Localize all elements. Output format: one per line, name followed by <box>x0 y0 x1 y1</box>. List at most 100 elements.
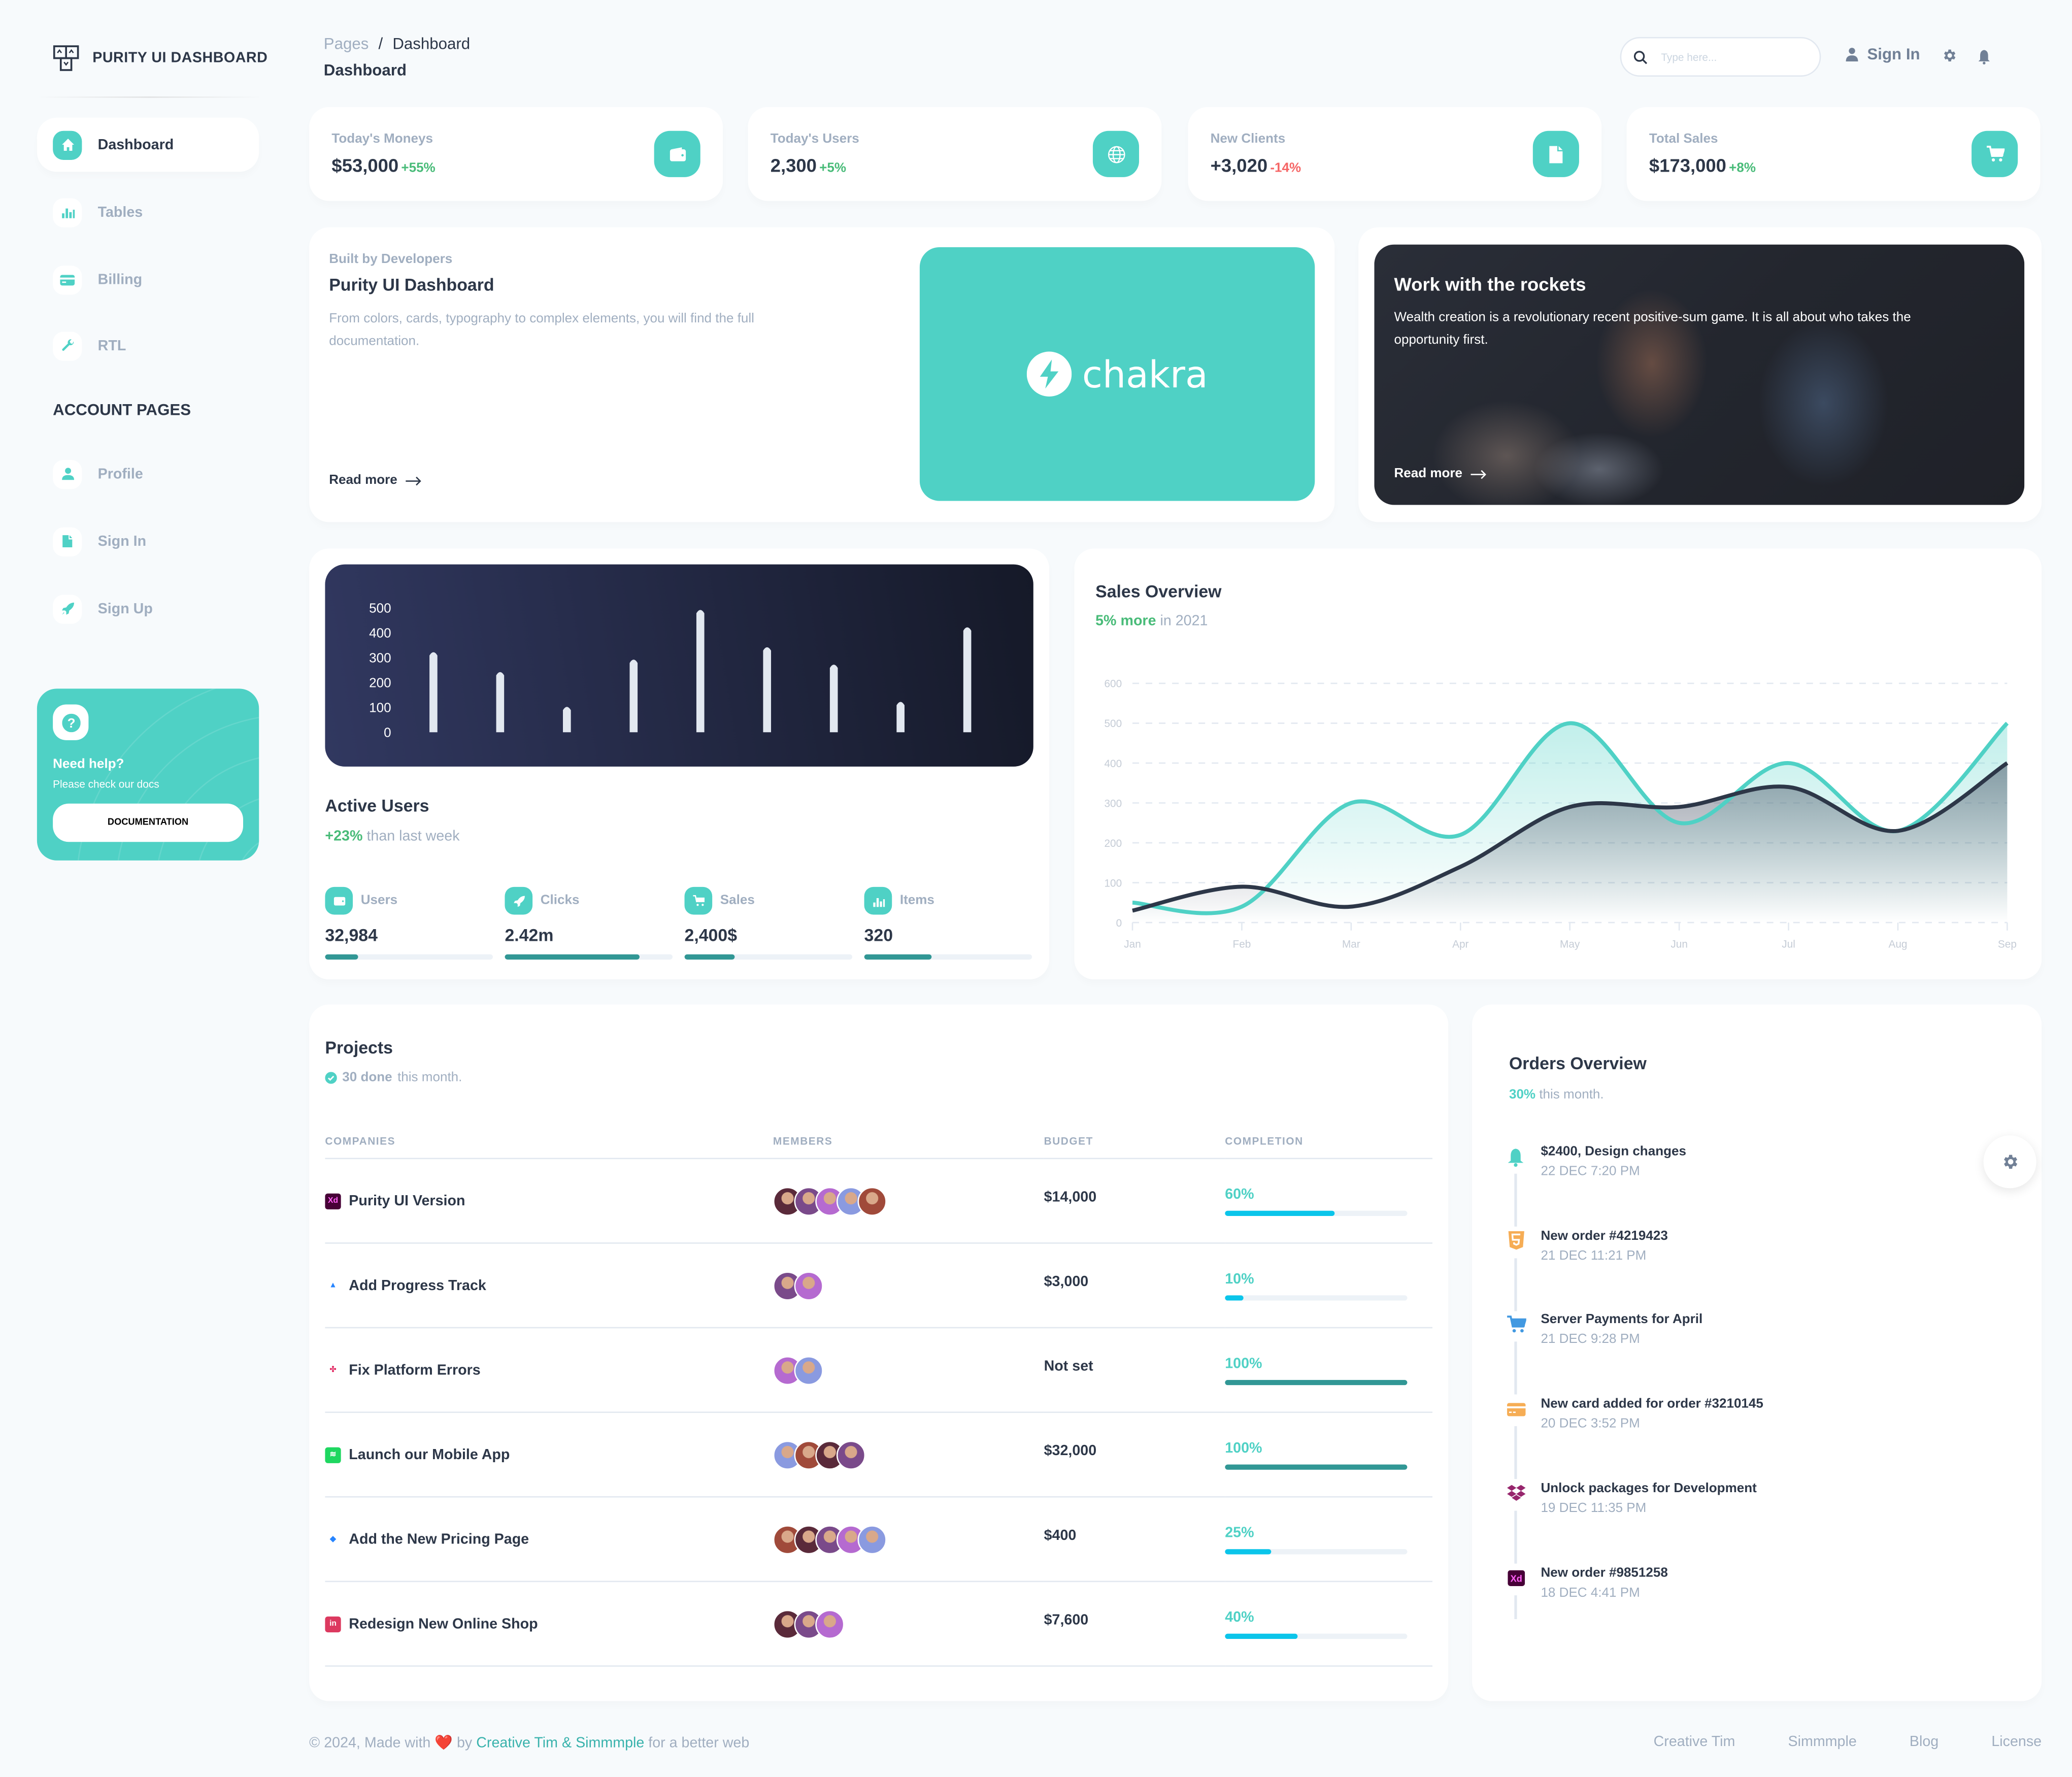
bar[interactable] <box>763 647 772 733</box>
members-cell <box>773 1412 1044 1498</box>
metric-users: Users 32,984 <box>325 886 493 960</box>
completion-progress <box>1225 1294 1408 1300</box>
stat-card-clients: New Clients +3,020 -14% <box>1188 107 1602 201</box>
bar[interactable] <box>429 652 438 733</box>
cart-icon <box>1501 1313 1530 1337</box>
table-row[interactable]: ✣ Fix Platform Errors Not set 100% <box>325 1328 1432 1413</box>
stat-change: +55% <box>401 161 436 176</box>
table-row[interactable]: Xd Purity UI Version $14,000 60% <box>325 1158 1432 1244</box>
member-avatar[interactable] <box>794 1271 823 1300</box>
table-row[interactable]: ▲ Add Progress Track $3,000 10% <box>325 1243 1432 1329</box>
member-avatar[interactable] <box>857 1524 887 1554</box>
footer-link-simmmple[interactable]: Simmmple <box>576 1735 644 1751</box>
atlassian-icon: ▲ <box>329 1281 337 1290</box>
brand[interactable]: PURITY UI DASHBOARD <box>53 45 268 72</box>
column-header: MEMBERS <box>773 1125 1044 1160</box>
company-name: Purity UI Version <box>349 1193 465 1209</box>
member-avatar[interactable] <box>836 1440 866 1469</box>
company-cell: in Redesign New Online Shop <box>325 1581 773 1667</box>
completion-progress <box>1225 1379 1408 1385</box>
bar[interactable] <box>963 627 972 733</box>
table-row[interactable]: in Redesign New Online Shop $7,600 40% <box>325 1581 1432 1667</box>
sign-in-link[interactable]: Sign In <box>1845 45 1920 63</box>
sidebar-item-rtl[interactable]: RTL <box>37 318 259 373</box>
sales-area-chart: 0 100 200 300 400 500 600 Jan Feb Mar Apr May Jun Jul… <box>1104 678 2016 950</box>
footer-nav-link[interactable]: Blog <box>1910 1734 1939 1750</box>
metric-value: 2,400$ <box>684 925 738 945</box>
member-avatar[interactable] <box>815 1609 845 1638</box>
x-tick-label: Mar <box>1342 939 1360 950</box>
chakra-logo-text: chakra <box>1082 352 1208 396</box>
notifications-bell-icon[interactable] <box>1977 49 1992 64</box>
cart-icon <box>684 886 713 915</box>
budget-cell: Not set <box>1044 1328 1225 1413</box>
timeline-connector <box>1514 1594 1517 1619</box>
table-row[interactable]: ◆ Add the New Pricing Page $400 25% <box>325 1497 1432 1583</box>
search-box[interactable] <box>1620 37 1821 77</box>
documentation-button[interactable]: DOCUMENTATION <box>53 803 244 842</box>
table-row[interactable]: ≋ Launch our Mobile App $32,000 100% <box>325 1412 1432 1498</box>
active-users-chart: 0 100 200 300 400 500 <box>325 564 1033 767</box>
column-header: COMPANIES <box>325 1125 773 1160</box>
built-title: Purity UI Dashboard <box>329 275 494 295</box>
bar[interactable] <box>496 672 505 733</box>
breadcrumb-separator: / <box>378 34 383 53</box>
footer-nav-link[interactable]: Creative Tim <box>1654 1734 1735 1750</box>
y-tick-label: 0 <box>384 725 391 740</box>
footer-copyright: © 2024, Made with ❤️ by Creative Tim & S… <box>309 1735 750 1752</box>
bar[interactable] <box>896 702 905 733</box>
search-icon <box>1633 50 1648 64</box>
metric-progress <box>864 954 1032 960</box>
settings-gear-icon[interactable] <box>1941 48 1957 63</box>
metric-progress <box>684 954 853 960</box>
read-more-link[interactable]: Read more <box>329 473 421 488</box>
orders-title: Orders Overview <box>1509 1053 1647 1073</box>
orders-overview-card: Orders Overview 30% this month. $2400, D… <box>1472 1004 2042 1701</box>
sidebar-item-label: Profile <box>97 466 143 482</box>
metric-progress <box>505 954 673 960</box>
sidebar-item-label: RTL <box>97 338 126 354</box>
sidebar-item-tables[interactable]: Tables <box>37 185 259 239</box>
y-tick-label: 600 <box>1104 678 1122 690</box>
help-title: Need help? <box>53 757 124 772</box>
completion-cell: 25% <box>1225 1497 1432 1583</box>
x-tick-label: Feb <box>1233 939 1251 950</box>
footer-links: Creative Tim Simmmple Blog License <box>1654 1734 2042 1750</box>
active-users-title: Active Users <box>325 796 429 816</box>
search-input[interactable] <box>1658 49 1809 64</box>
bar[interactable] <box>696 610 705 733</box>
jira-icon: ◆ <box>330 1536 337 1544</box>
sidebar-item-billing[interactable]: Billing <box>37 252 259 307</box>
wallet-icon <box>654 130 700 177</box>
footer-nav-link[interactable]: License <box>1991 1734 2042 1750</box>
sidebar-item-sign-up[interactable]: Sign Up <box>37 581 259 636</box>
bar[interactable] <box>629 660 638 733</box>
adobe-xd-icon: Xd <box>325 1193 341 1209</box>
completion-cell: 100% <box>1225 1328 1432 1413</box>
budget-cell: $14,000 <box>1044 1158 1225 1244</box>
bar[interactable] <box>829 665 838 733</box>
breadcrumb: Pages / Dashboard <box>324 35 470 53</box>
svg-text:Xd: Xd <box>1510 1573 1521 1583</box>
help-subtitle: Please check our docs <box>53 778 159 791</box>
breadcrumb-pages[interactable]: Pages <box>324 35 369 53</box>
y-tick-label: 400 <box>369 626 391 641</box>
stat-value: $53,000 +55% <box>331 154 436 176</box>
footer-link-creative-tim[interactable]: Creative Tim <box>476 1735 558 1751</box>
member-avatar[interactable] <box>794 1355 823 1385</box>
stat-value: $173,000 +8% <box>1649 154 1756 176</box>
sidebar-item-sign-in[interactable]: Sign In <box>37 514 259 569</box>
sidebar-item-label: Sign Up <box>97 601 153 617</box>
sidebar-item-profile[interactable]: Profile <box>37 447 259 501</box>
metric-value: 320 <box>864 925 893 945</box>
completion-cell: 40% <box>1225 1581 1432 1667</box>
y-tick-label: 300 <box>1104 798 1122 809</box>
footer-nav-link[interactable]: Simmmple <box>1788 1734 1857 1750</box>
configurator-settings-button[interactable] <box>1983 1135 2036 1189</box>
member-avatar[interactable] <box>857 1186 887 1215</box>
read-more-link[interactable]: Read more <box>1394 467 1486 481</box>
stat-label: Today's Users <box>770 132 859 147</box>
sidebar-item-dashboard[interactable]: Dashboard <box>37 117 259 172</box>
bar[interactable] <box>563 707 571 733</box>
timeline-connector <box>1514 1258 1517 1311</box>
